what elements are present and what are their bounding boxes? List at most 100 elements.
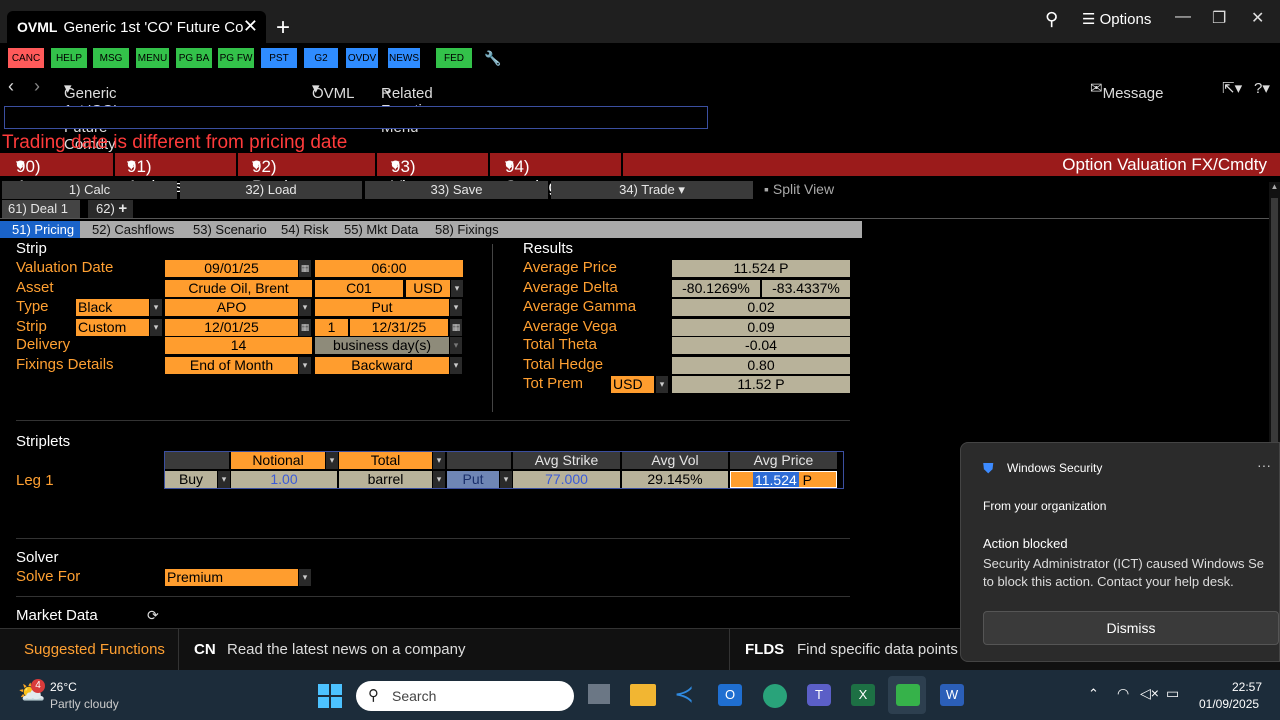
side-dropdown-icon[interactable]: ▾ — [218, 471, 230, 488]
tab-pricing[interactable]: 51) Pricing — [0, 221, 80, 238]
tab-risk[interactable]: 54) Risk — [281, 221, 329, 238]
window-tab[interactable]: OVML Generic 1st 'CO' Future Co ✕ — [7, 11, 266, 43]
tab-mkt-data[interactable]: 55) Mkt Data — [344, 221, 418, 238]
launchpad-button-pg-fw[interactable]: PG FW — [218, 48, 254, 68]
direction-field[interactable]: Backward — [315, 357, 449, 374]
valuation-time-field[interactable]: 06:00 — [315, 260, 463, 277]
battery-icon[interactable]: ▭ — [1166, 685, 1179, 702]
solve-for-field[interactable]: Premium — [165, 569, 298, 586]
side-field[interactable]: Buy — [165, 471, 217, 488]
launchpad-button-news[interactable]: NEWS — [388, 48, 420, 68]
command-line[interactable] — [4, 106, 708, 129]
forward-icon[interactable]: › — [34, 76, 40, 97]
search-box[interactable]: ⚲ Search — [356, 681, 574, 711]
total-header-dropdown-icon[interactable]: ▾ — [433, 452, 445, 469]
fixings-field[interactable]: End of Month — [165, 357, 298, 374]
model-dropdown-icon[interactable]: ▾ — [299, 299, 311, 316]
related-functions-menu[interactable]: Related Functions Menu ⌄ — [381, 79, 446, 136]
back-icon[interactable]: ‹ — [8, 76, 14, 97]
leg-option-dropdown-icon[interactable]: ▾ — [500, 471, 512, 488]
products-menu[interactable]: 92) Products ▾ — [252, 155, 319, 196]
start-icon[interactable] — [318, 684, 342, 708]
asset-field[interactable]: Crude Oil, Brent — [165, 280, 312, 297]
launchpad-button-ovdv[interactable]: OVDV — [346, 48, 378, 68]
launchpad-button-fed[interactable]: FED — [436, 48, 472, 68]
close-tab-icon[interactable]: ✕ — [243, 16, 258, 37]
start-calendar-icon[interactable]: ▦ — [299, 319, 311, 336]
launchpad-button-canc[interactable]: CANC — [8, 48, 44, 68]
outlook-icon[interactable]: O — [718, 684, 742, 706]
end-calendar-icon[interactable]: ▦ — [450, 319, 462, 336]
cn-function-code[interactable]: CN — [194, 641, 216, 658]
strip-start-field[interactable]: 12/01/25 — [165, 319, 298, 336]
unit-field[interactable]: barrel — [339, 471, 432, 488]
strip-type-field[interactable]: Custom — [76, 319, 149, 336]
wrench-icon[interactable]: 🔧 — [484, 50, 501, 67]
word-icon[interactable]: W — [940, 684, 964, 706]
flds-function-code[interactable]: FLDS — [745, 641, 784, 658]
minimize-icon[interactable]: — — [1175, 8, 1191, 26]
strip-end-field[interactable]: 12/31/25 — [350, 319, 448, 336]
notional-field[interactable]: 1.00 — [231, 471, 337, 488]
strip-type-dropdown-icon[interactable]: ▾ — [150, 319, 162, 336]
more-options-icon[interactable]: ··· — [1257, 457, 1271, 473]
excel-icon[interactable]: X — [851, 684, 875, 706]
fixings-dropdown-icon[interactable]: ▾ — [299, 357, 311, 374]
calendar-icon[interactable]: ▦ — [299, 260, 311, 277]
clock-date[interactable]: 01/09/2025 — [1199, 697, 1259, 711]
show-hidden-icons-icon[interactable]: ⌃ — [1088, 686, 1099, 702]
delivery-unit-dropdown-icon[interactable]: ▾ — [450, 337, 462, 354]
actions-menu[interactable]: 91) Actions ▾ — [127, 155, 183, 196]
export-icon[interactable]: ⇱▾ — [1222, 79, 1242, 97]
dismiss-button[interactable]: Dismiss — [983, 611, 1279, 645]
solve-for-dropdown-icon[interactable]: ▾ — [299, 569, 311, 586]
refresh-icon[interactable]: ⟳ — [147, 607, 159, 624]
launchpad-button-menu[interactable]: MENU — [136, 48, 169, 68]
security-selector[interactable]: Generic 1st 'CO' Future Comdty ▾ — [64, 79, 117, 153]
asset-menu[interactable]: 90) Asset ▾ — [16, 155, 59, 196]
bloomberg-icon[interactable] — [896, 684, 920, 706]
flds-function-description[interactable]: Find specific data points — [797, 641, 958, 658]
delivery-field[interactable]: 14 — [165, 337, 312, 354]
function-selector[interactable]: OVML ▾ — [312, 79, 355, 102]
currency-dropdown-icon[interactable]: ▾ — [451, 280, 463, 297]
tab-fixings[interactable]: 58) Fixings — [435, 221, 499, 238]
suggested-functions-label[interactable]: Suggested Functions — [24, 641, 165, 658]
tab-scenario[interactable]: 53) Scenario — [193, 221, 267, 238]
direction-dropdown-icon[interactable]: ▾ — [450, 357, 462, 374]
tab-cashflows[interactable]: 52) Cashflows — [92, 221, 174, 238]
person-search-icon[interactable]: ⚲ — [1045, 9, 1058, 30]
prem-currency-dropdown-icon[interactable]: ▾ — [656, 376, 668, 393]
scroll-up-icon[interactable]: ▲ — [1269, 182, 1280, 196]
close-window-icon[interactable]: ✕ — [1251, 8, 1264, 28]
avg-vol-field[interactable]: 29.145% — [622, 471, 728, 488]
launchpad-button-pg-ba[interactable]: PG BA — [176, 48, 212, 68]
option-type-field[interactable]: Put — [315, 299, 449, 316]
tab-deal-1[interactable]: 61) Deal 1 — [2, 200, 80, 218]
file-explorer-icon[interactable] — [630, 684, 656, 706]
clock-time[interactable]: 22:57 — [1232, 680, 1262, 694]
type-dropdown-icon[interactable]: ▾ — [150, 299, 162, 316]
volume-icon[interactable]: ◁× — [1140, 685, 1159, 702]
teams-icon[interactable]: T — [807, 684, 831, 706]
prem-currency-field[interactable]: USD — [611, 376, 654, 393]
unit-dropdown-icon[interactable]: ▾ — [433, 471, 445, 488]
delivery-unit-field[interactable]: business day(s) — [315, 337, 449, 354]
avg-strike-field[interactable]: 77.000 — [513, 471, 620, 488]
options-menu[interactable]: ☰ Options — [1082, 10, 1151, 28]
asset-code-field[interactable]: C01 — [315, 280, 403, 297]
settings-menu[interactable]: 94) Settings ▾ — [505, 155, 566, 196]
split-view-toggle[interactable]: ▪ Split View — [764, 181, 834, 197]
edge-icon[interactable] — [763, 684, 787, 708]
avg-price-field[interactable]: 11.524 P — [730, 471, 837, 488]
launchpad-button-help[interactable]: HELP — [51, 48, 87, 68]
notional-header-dropdown-icon[interactable]: ▾ — [326, 452, 338, 469]
vscode-icon[interactable]: ≺ — [674, 680, 694, 709]
launchpad-button-msg[interactable]: MSG — [93, 48, 129, 68]
views-menu[interactable]: 93) Views ▾ — [391, 155, 436, 196]
save-button[interactable]: 33) Save — [365, 181, 548, 199]
calc-button[interactable]: 1) Calc — [2, 181, 177, 199]
trade-button[interactable]: 34) Trade ▾ — [551, 181, 753, 199]
message-button[interactable]: ✉ Message — [1090, 79, 1163, 102]
leg-option-field[interactable]: Put — [447, 471, 499, 488]
